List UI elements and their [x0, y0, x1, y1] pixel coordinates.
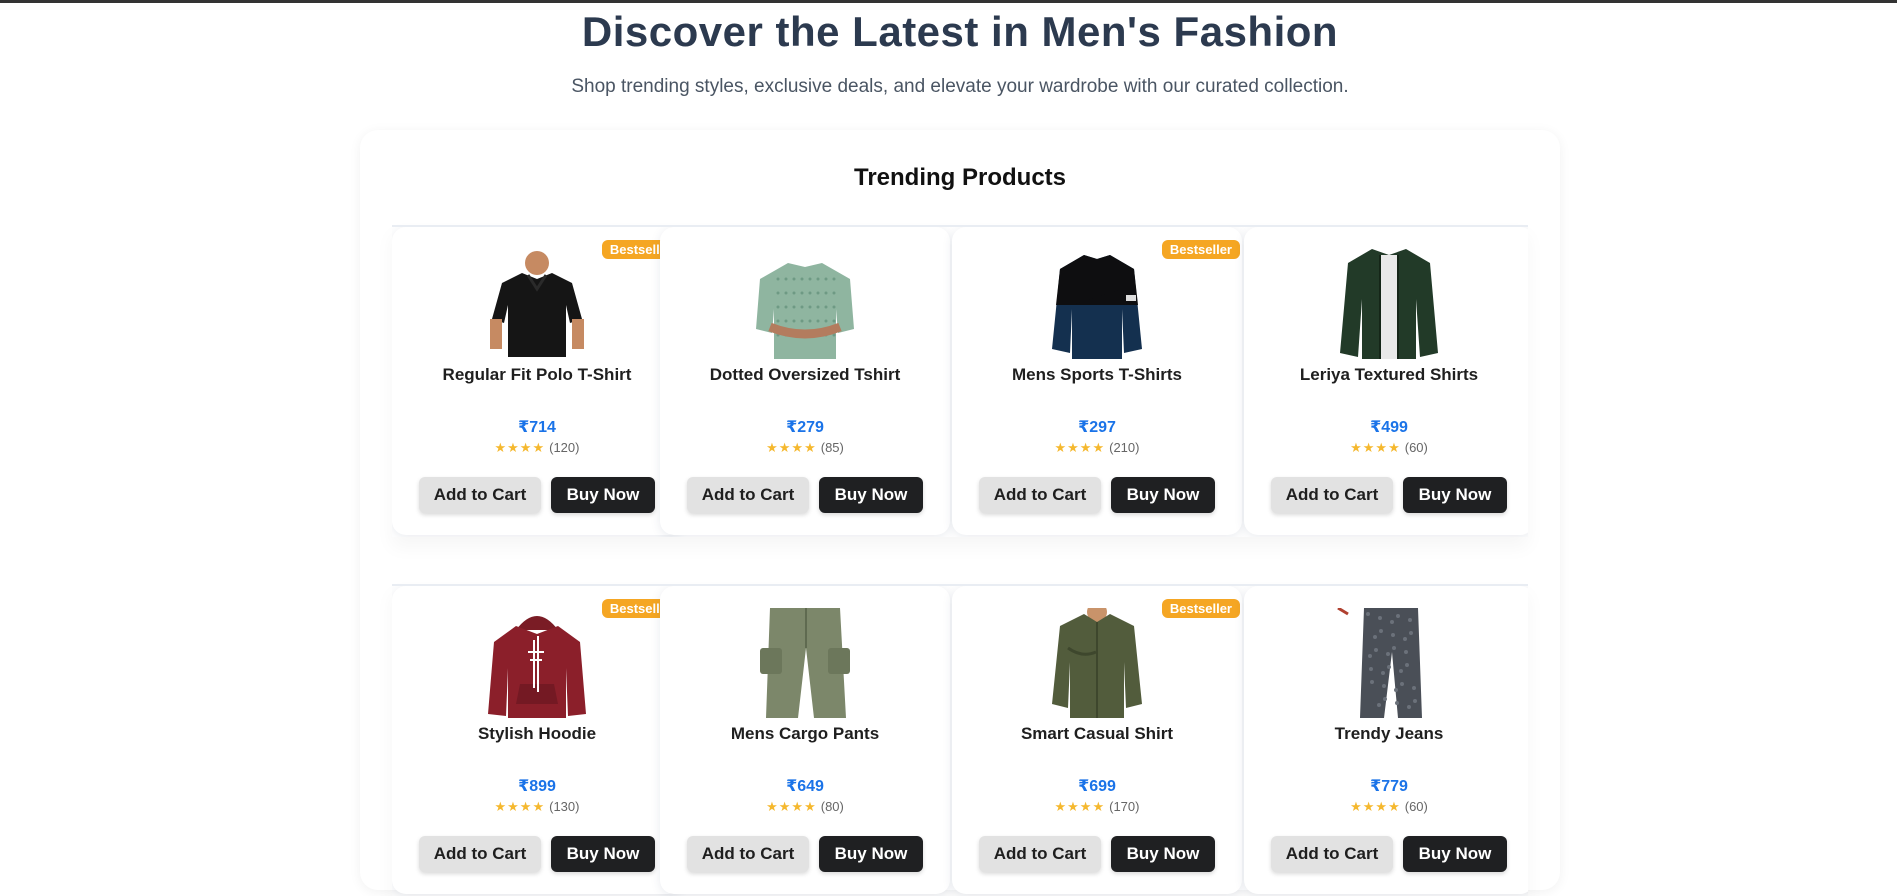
add-to-cart-button[interactable]: Add to Cart [979, 477, 1101, 513]
rating-stars-icon: ★★★★ [1054, 799, 1106, 814]
product-rating: ★★★★ (130) [392, 799, 682, 815]
buy-now-button[interactable]: Buy Now [551, 477, 655, 513]
product-rating: ★★★★ (60) [1244, 440, 1528, 456]
product-price: ₹899 [518, 778, 556, 795]
card-actions: Add to Cart Buy Now [952, 477, 1242, 513]
rating-stars-icon: ★★★★ [766, 440, 817, 455]
casual-shirt-icon[interactable] [1042, 608, 1152, 718]
page-subtitle: Shop trending styles, exclusive deals, a… [571, 76, 1349, 97]
buy-now-button[interactable]: Buy Now [819, 836, 923, 872]
page-title: Discover the Latest in Men's Fashion [581, 8, 1339, 55]
product-card[interactable]: Leriya Textured Shirts ₹499 ★★★★ (60) Add… [1244, 227, 1528, 535]
product-name[interactable]: Mens Sports T-Shirts [952, 365, 1242, 385]
product-card[interactable]: Bestseller Mens Sports T-Shirts ₹297 ★★★… [952, 227, 1242, 535]
product-name[interactable]: Leriya Textured Shirts [1244, 365, 1528, 385]
review-count: (60) [1404, 799, 1428, 814]
product-price: ₹499 [1370, 419, 1408, 436]
product-rating: ★★★★ (80) [660, 799, 950, 815]
product-name[interactable]: Mens Cargo Pants [660, 724, 950, 744]
review-count: (130) [549, 799, 580, 814]
buy-now-button[interactable]: Buy Now [551, 836, 655, 872]
rating-stars-icon: ★★★★ [1350, 440, 1401, 455]
review-count: (170) [1109, 799, 1140, 814]
card-actions: Add to Cart Buy Now [1244, 836, 1528, 872]
product-rating: ★★★★ (170) [952, 799, 1242, 815]
rating-stars-icon: ★★★★ [766, 799, 817, 814]
buy-now-button[interactable]: Buy Now [1403, 477, 1507, 513]
add-to-cart-button[interactable]: Add to Cart [419, 477, 541, 513]
section-title: Trending Products [853, 164, 1066, 191]
product-rating: ★★★★ (210) [952, 440, 1242, 456]
review-count: (80) [820, 799, 844, 814]
top-border [0, 0, 1897, 3]
bestseller-badge: Bestseller [1161, 240, 1240, 259]
rating-stars-icon: ★★★★ [1054, 440, 1106, 455]
product-card[interactable]: Mens Cargo Pants ₹649 ★★★★ (80) Add to Ca… [660, 586, 950, 894]
add-to-cart-button[interactable]: Add to Cart [1271, 836, 1393, 872]
tshirt-icon[interactable] [750, 249, 860, 359]
review-count: (85) [820, 440, 844, 455]
card-actions: Add to Cart Buy Now [1244, 477, 1528, 513]
bestseller-badge: Bestseller [1161, 599, 1240, 618]
product-card[interactable]: Bestseller Stylish Hoodie ₹899 ★★★★ (130)… [392, 586, 682, 894]
product-card[interactable]: Bestseller Regular Fit Polo T-Shirt ₹714… [392, 227, 682, 535]
card-actions: Add to Cart Buy Now [660, 477, 950, 513]
product-price: ₹279 [786, 419, 824, 436]
add-to-cart-button[interactable]: Add to Cart [419, 836, 541, 872]
product-price: ₹297 [1078, 419, 1116, 436]
add-to-cart-button[interactable]: Add to Cart [1271, 477, 1393, 513]
product-name[interactable]: Stylish Hoodie [392, 724, 682, 744]
product-rating: ★★★★ (60) [1244, 799, 1528, 815]
buy-now-button[interactable]: Buy Now [819, 477, 923, 513]
polo-shirt-icon[interactable] [482, 249, 592, 359]
overshirt-icon[interactable] [1334, 249, 1444, 359]
cargo-pants-icon[interactable] [750, 608, 860, 718]
add-to-cart-button[interactable]: Add to Cart [687, 836, 809, 872]
product-row-1: Bestseller Regular Fit Polo T-Shirt ₹714… [392, 225, 1528, 537]
card-actions: Add to Cart Buy Now [660, 836, 950, 872]
product-name[interactable]: Trendy Jeans [1244, 724, 1528, 744]
rating-stars-icon: ★★★★ [494, 799, 546, 814]
product-card[interactable]: Trendy Jeans ₹779 ★★★★ (60) Add to Cart B… [1244, 586, 1528, 894]
sports-shirt-icon[interactable] [1042, 249, 1152, 359]
review-count: (60) [1404, 440, 1428, 455]
jeans-icon[interactable] [1334, 608, 1444, 718]
buy-now-button[interactable]: Buy Now [1111, 836, 1215, 872]
product-row-2: Bestseller Stylish Hoodie ₹899 ★★★★ (130)… [392, 584, 1528, 896]
rating-stars-icon: ★★★★ [494, 440, 546, 455]
product-name[interactable]: Regular Fit Polo T-Shirt [392, 365, 682, 385]
product-price: ₹699 [1078, 778, 1116, 795]
product-rating: ★★★★ (85) [660, 440, 950, 456]
product-card[interactable]: Bestseller Smart Casual Shirt ₹699 ★★★★(… [952, 586, 1242, 894]
buy-now-button[interactable]: Buy Now [1111, 477, 1215, 513]
buy-now-button[interactable]: Buy Now [1403, 836, 1507, 872]
rating-stars-icon: ★★★★ [1350, 799, 1401, 814]
product-card[interactable]: Dotted Oversized Tshirt ₹279 ★★★★ (85) Ad… [660, 227, 950, 535]
card-actions: Add to Cart Buy Now [392, 836, 682, 872]
review-count: (210) [1109, 440, 1140, 455]
product-rating: ★★★★ (120) [392, 440, 682, 456]
add-to-cart-button[interactable]: Add to Cart [687, 477, 809, 513]
review-count: (120) [549, 440, 580, 455]
product-price: ₹714 [518, 419, 556, 436]
product-price: ₹779 [1370, 778, 1408, 795]
product-price: ₹649 [786, 778, 824, 795]
product-name[interactable]: Smart Casual Shirt [952, 724, 1242, 744]
hoodie-icon[interactable] [482, 608, 592, 718]
card-actions: Add to Cart Buy Now [952, 836, 1242, 872]
product-name[interactable]: Dotted Oversized Tshirt [660, 365, 950, 385]
add-to-cart-button[interactable]: Add to Cart [979, 836, 1101, 872]
card-actions: Add to Cart Buy Now [392, 477, 682, 513]
